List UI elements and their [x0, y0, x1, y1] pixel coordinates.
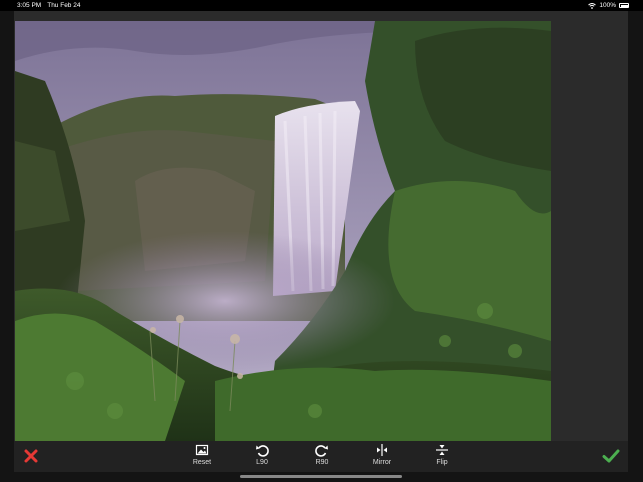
home-indicator[interactable] — [240, 475, 402, 478]
status-time: 3:05 PM — [17, 2, 42, 9]
flip-button[interactable]: Flip — [422, 443, 462, 466]
image-icon — [195, 444, 209, 456]
rotate-right-button[interactable]: R90 — [302, 443, 342, 466]
cancel-button[interactable] — [23, 448, 39, 464]
flip-icon — [436, 445, 448, 455]
status-bar: 3:05 PM Thu Feb 24 100% — [0, 0, 643, 11]
mirror-button[interactable]: Mirror — [362, 443, 402, 466]
confirm-button[interactable] — [602, 448, 620, 464]
l90-label: L90 — [256, 459, 268, 466]
mirror-icon — [377, 444, 387, 456]
mirror-label: Mirror — [372, 459, 392, 466]
r90-label: R90 — [315, 459, 329, 466]
editor-canvas[interactable] — [14, 11, 628, 441]
battery-percent: 100% — [599, 2, 616, 9]
wifi-icon — [588, 2, 597, 9]
flip-label: Flip — [436, 459, 448, 466]
reset-label: Reset — [192, 459, 212, 466]
rotate-right-icon — [315, 445, 328, 457]
status-date: Thu Feb 24 — [47, 2, 81, 9]
battery-icon — [619, 3, 629, 8]
photo-image[interactable] — [15, 21, 551, 441]
rotate-left-button[interactable]: L90 — [242, 443, 282, 466]
rotate-left-icon — [256, 445, 269, 457]
edit-toolbar: Reset L90 R90 Mirror Flip — [14, 441, 628, 472]
reset-button[interactable]: Reset — [182, 443, 222, 466]
